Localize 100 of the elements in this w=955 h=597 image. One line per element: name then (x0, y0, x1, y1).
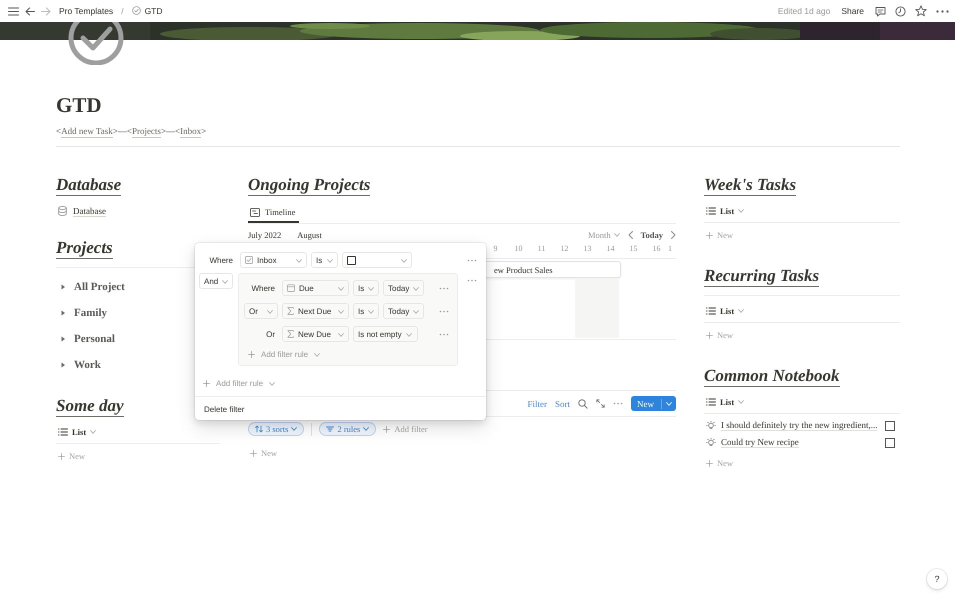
more-icon[interactable] (936, 10, 949, 12)
delete-filter-button[interactable]: Delete filter (204, 405, 244, 414)
value-dropdown[interactable]: Today (383, 280, 424, 296)
day-label: 11 (536, 244, 546, 252)
plus-icon (250, 450, 257, 456)
list-item[interactable]: Could try New recipe (721, 437, 799, 448)
operator-dropdown[interactable]: Is (353, 303, 379, 319)
operator-dropdown[interactable]: Is not empty (353, 326, 418, 342)
conjunction-label: Where (251, 284, 276, 292)
caret-icon (90, 430, 96, 434)
section-heading: Week's Tasks (704, 173, 796, 196)
database-icon (58, 206, 67, 216)
view-selector[interactable]: List (72, 427, 86, 437)
today-button[interactable]: Today (640, 230, 663, 240)
breadcrumb-separator: / (121, 6, 124, 16)
caret-icon (338, 310, 344, 314)
triangle-right-icon[interactable] (60, 310, 66, 316)
checkbox[interactable] (347, 256, 356, 264)
checkbox[interactable] (885, 438, 895, 448)
section-heading: Some day (56, 394, 124, 417)
property-dropdown[interactable]: Inbox (240, 252, 307, 268)
section-heading: Common Notebook (704, 364, 840, 387)
value-dropdown[interactable] (342, 252, 412, 268)
caret-icon (267, 310, 273, 314)
checkbox[interactable] (885, 420, 895, 430)
plus-icon (383, 426, 390, 432)
caret-icon (222, 280, 228, 284)
toggle-label[interactable]: Personal (74, 333, 115, 345)
page-title: GTD (56, 92, 102, 118)
operator-dropdown[interactable]: Is (353, 280, 379, 296)
caret-icon (314, 352, 320, 356)
filter-pill[interactable]: 3 sorts (248, 422, 304, 436)
new-button[interactable]: New (631, 396, 676, 411)
clock-icon[interactable] (895, 6, 906, 16)
page-link[interactable]: Inbox (180, 125, 202, 138)
conjunction-label: Or (266, 330, 276, 338)
caret-icon (406, 332, 412, 336)
conjunction-dropdown[interactable]: Or (244, 303, 278, 319)
page-link[interactable]: Database (73, 206, 106, 216)
chevron-right-icon[interactable] (671, 230, 676, 238)
checkbox-icon (245, 256, 253, 264)
link-separator: < (56, 125, 62, 138)
toggle-label[interactable]: Work (74, 359, 101, 371)
page-link[interactable]: Add new Task (61, 125, 113, 138)
plus-icon (706, 460, 713, 466)
filter-button[interactable]: Filter (527, 398, 547, 408)
caret-icon (413, 286, 420, 290)
section-heading: Projects (56, 236, 113, 259)
help-button[interactable]: ? (927, 569, 947, 589)
triangle-right-icon[interactable] (60, 362, 66, 368)
plus-icon (248, 351, 255, 358)
day-label: 9 (492, 244, 498, 252)
star-icon[interactable] (915, 5, 927, 17)
view-tab[interactable]: Timeline (248, 203, 300, 223)
view-selector[interactable]: List (720, 206, 734, 216)
link-separator: >—< (160, 125, 180, 138)
caret-icon (338, 286, 344, 290)
page-link[interactable]: Projects (132, 125, 161, 138)
property-dropdown[interactable]: New Due (282, 326, 349, 342)
list-icon (706, 307, 716, 315)
caret-icon (738, 400, 744, 404)
list-icon (706, 398, 716, 406)
menu-icon[interactable] (8, 6, 19, 16)
caret-icon (368, 310, 374, 314)
back-arrow-icon[interactable] (25, 6, 35, 16)
lightbulb-icon (706, 420, 716, 430)
operator-dropdown[interactable]: Is (311, 252, 338, 268)
chevron-left-icon[interactable] (628, 230, 633, 238)
plus-icon (203, 380, 210, 387)
property-dropdown[interactable]: Next Due (282, 303, 349, 319)
caret-icon (738, 309, 744, 313)
search-icon[interactable] (578, 398, 588, 408)
breadcrumb[interactable]: GTD (130, 5, 165, 17)
view-selector[interactable]: List (720, 306, 734, 316)
comment-icon[interactable] (875, 6, 886, 16)
value-dropdown[interactable]: Today (383, 303, 424, 319)
sort-button[interactable]: Sort (554, 398, 570, 408)
filter-pill[interactable]: 2 rules (319, 422, 376, 436)
share-button[interactable]: Share (839, 6, 866, 16)
day-label: 15 (628, 244, 638, 252)
caret-icon (738, 209, 744, 213)
triangle-right-icon[interactable] (60, 336, 66, 342)
section-heading: Ongoing Projects (248, 173, 370, 196)
conjunction-dropdown[interactable]: And (199, 273, 233, 289)
expand-icon[interactable] (596, 399, 605, 408)
edited-label: Edited 1d ago (778, 6, 830, 16)
toggle-label[interactable]: Family (74, 307, 107, 319)
caret-icon (666, 402, 672, 406)
caret-icon (614, 232, 620, 236)
view-selector[interactable]: List (720, 397, 734, 407)
toggle-label[interactable]: All Project (74, 281, 125, 293)
breadcrumb[interactable]: Pro Templates (57, 5, 116, 17)
property-dropdown[interactable]: Due (282, 280, 349, 296)
triangle-right-icon[interactable] (60, 284, 66, 290)
sigma-icon (287, 307, 294, 315)
caret-icon (401, 258, 407, 262)
caret-icon (368, 286, 374, 290)
list-item[interactable]: I should definitely try the new ingredient,... (721, 420, 878, 431)
caret-icon (363, 427, 370, 431)
month-label: August (297, 230, 322, 240)
